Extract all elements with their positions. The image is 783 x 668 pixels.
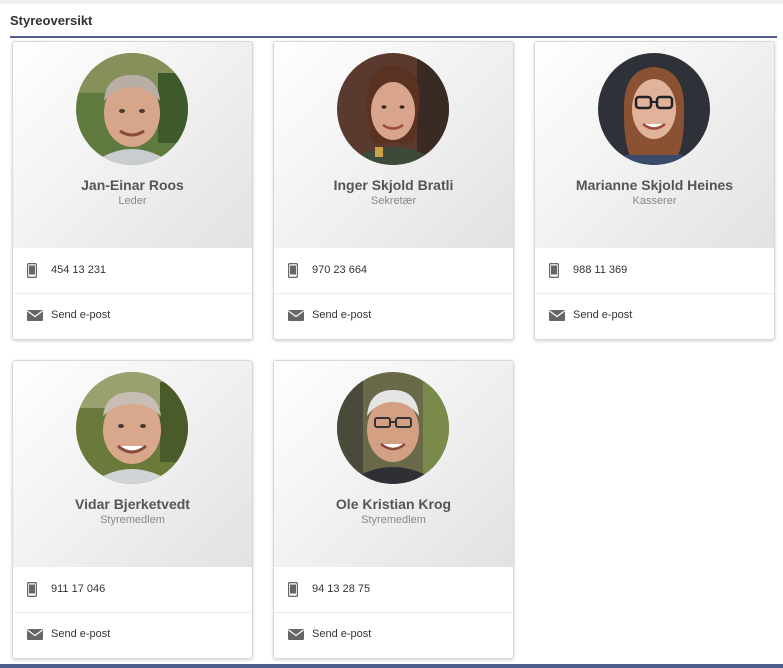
member-card-header: Vidar Bjerketvedt Styremedlem bbox=[13, 361, 252, 567]
send-email-link[interactable]: Send e-post bbox=[13, 293, 252, 338]
send-email-label[interactable]: Send e-post bbox=[312, 628, 371, 640]
member-role: Sekretær bbox=[370, 195, 417, 207]
phone-row[interactable]: 911 17 046 bbox=[13, 567, 252, 613]
envelope-icon bbox=[27, 629, 43, 640]
member-card-header: Ole Kristian Krog Styremedlem bbox=[274, 361, 513, 567]
send-email-link[interactable]: Send e-post bbox=[13, 612, 252, 657]
send-email-label[interactable]: Send e-post bbox=[573, 309, 632, 321]
member-name: Vidar Bjerketvedt bbox=[75, 496, 190, 512]
footer-bar bbox=[0, 664, 783, 668]
send-email-link[interactable]: Send e-post bbox=[535, 293, 774, 338]
avatar bbox=[337, 53, 449, 165]
mobile-phone-icon bbox=[27, 263, 37, 278]
mobile-phone-icon bbox=[27, 582, 37, 597]
member-card: Marianne Skjold Heines Kasserer 988 11 3… bbox=[534, 41, 775, 340]
phone-row[interactable]: 988 11 369 bbox=[535, 248, 774, 294]
member-card: Inger Skjold Bratli Sekretær 970 23 664 … bbox=[273, 41, 514, 340]
member-role: Styremedlem bbox=[361, 514, 426, 526]
avatar bbox=[76, 53, 188, 165]
page-title: Styreoversikt bbox=[10, 13, 93, 28]
member-card: Jan-Einar Roos Leder 454 13 231 Send e-p… bbox=[12, 41, 253, 340]
mobile-phone-icon bbox=[288, 263, 298, 278]
phone-row[interactable]: 454 13 231 bbox=[13, 248, 252, 294]
envelope-icon bbox=[288, 629, 304, 640]
mobile-phone-icon bbox=[549, 263, 559, 278]
member-card: Ole Kristian Krog Styremedlem 94 13 28 7… bbox=[273, 360, 514, 659]
avatar bbox=[76, 372, 188, 484]
phone-number[interactable]: 94 13 28 75 bbox=[312, 583, 370, 595]
member-role: Kasserer bbox=[632, 195, 677, 207]
member-role: Leder bbox=[118, 195, 147, 207]
member-card: Vidar Bjerketvedt Styremedlem 911 17 046… bbox=[12, 360, 253, 659]
member-card-header: Jan-Einar Roos Leder bbox=[13, 42, 252, 248]
phone-number[interactable]: 970 23 664 bbox=[312, 264, 367, 276]
avatar bbox=[337, 372, 449, 484]
envelope-icon bbox=[27, 310, 43, 321]
member-name: Ole Kristian Krog bbox=[335, 496, 452, 512]
member-role: Styremedlem bbox=[100, 514, 165, 526]
avatar bbox=[598, 53, 710, 165]
envelope-icon bbox=[549, 310, 565, 321]
mobile-phone-icon bbox=[288, 582, 298, 597]
member-card-header: Inger Skjold Bratli Sekretær bbox=[274, 42, 513, 248]
top-strip bbox=[0, 0, 783, 4]
send-email-label[interactable]: Send e-post bbox=[51, 628, 110, 640]
send-email-label[interactable]: Send e-post bbox=[51, 309, 110, 321]
send-email-label[interactable]: Send e-post bbox=[312, 309, 371, 321]
phone-row[interactable]: 94 13 28 75 bbox=[274, 567, 513, 613]
member-name: Inger Skjold Bratli bbox=[333, 177, 454, 193]
phone-number[interactable]: 988 11 369 bbox=[573, 264, 627, 276]
send-email-link[interactable]: Send e-post bbox=[274, 293, 513, 338]
phone-number[interactable]: 454 13 231 bbox=[51, 264, 106, 276]
send-email-link[interactable]: Send e-post bbox=[274, 612, 513, 657]
phone-row[interactable]: 970 23 664 bbox=[274, 248, 513, 294]
phone-number[interactable]: 911 17 046 bbox=[51, 583, 105, 595]
envelope-icon bbox=[288, 310, 304, 321]
board-overview-header: Styreoversikt bbox=[10, 10, 777, 38]
member-card-header: Marianne Skjold Heines Kasserer bbox=[535, 42, 774, 248]
member-name: Marianne Skjold Heines bbox=[575, 177, 734, 193]
member-name: Jan-Einar Roos bbox=[81, 177, 184, 193]
